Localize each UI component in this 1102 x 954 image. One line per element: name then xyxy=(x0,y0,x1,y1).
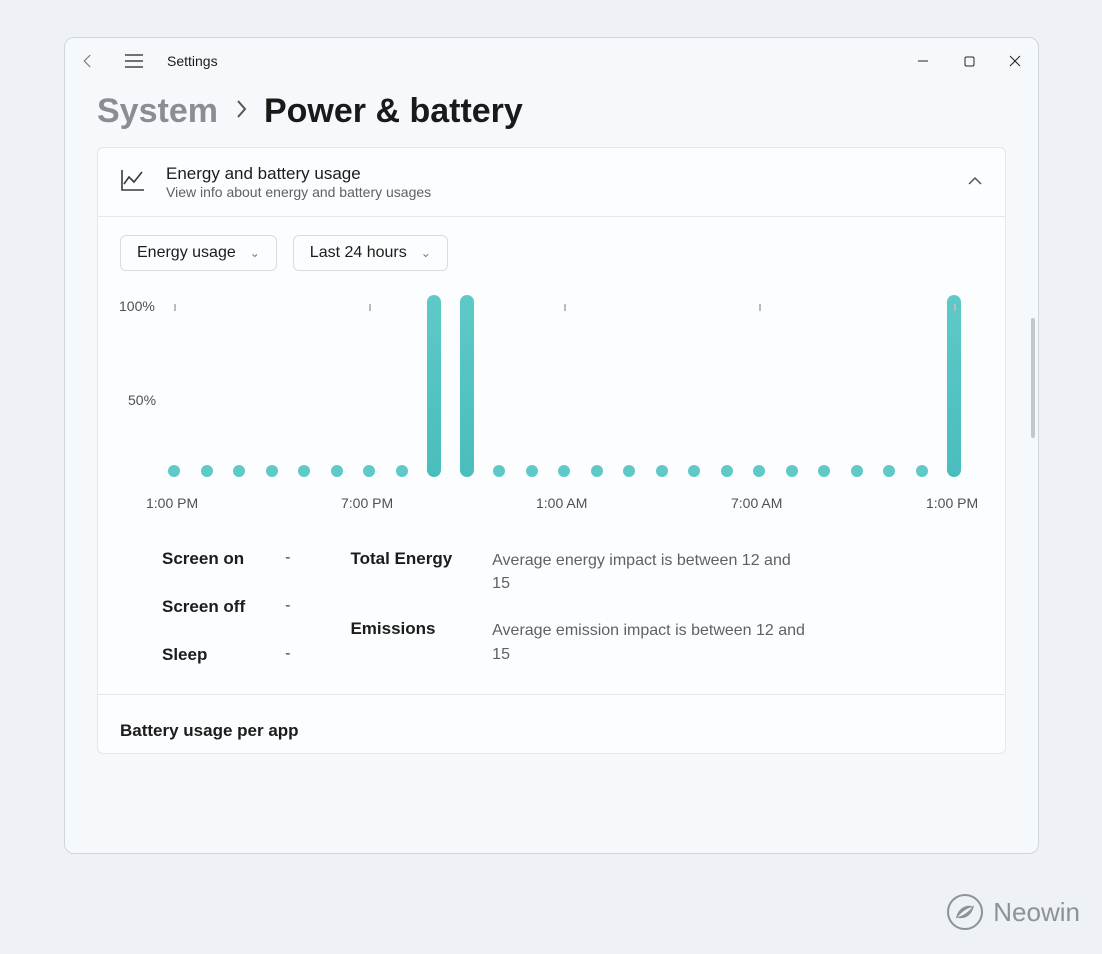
range-dropdown[interactable]: Last 24 hours ⌄ xyxy=(293,235,448,271)
chart-dot[interactable] xyxy=(201,465,213,477)
watermark-text: Neowin xyxy=(993,897,1080,928)
chart-dot[interactable] xyxy=(591,465,603,477)
chart-dot[interactable] xyxy=(916,465,928,477)
screen-off-value: - xyxy=(285,597,290,617)
metric-dropdown-label: Energy usage xyxy=(137,244,236,262)
chart-dot[interactable] xyxy=(851,465,863,477)
x-axis-label: 1:00 PM xyxy=(926,495,978,511)
x-tick xyxy=(369,304,371,311)
chart-dot[interactable] xyxy=(623,465,635,477)
chart-dot[interactable] xyxy=(526,465,538,477)
chart-dot[interactable] xyxy=(786,465,798,477)
titlebar: Settings xyxy=(65,38,1038,84)
battery-per-app-header[interactable]: Battery usage per app xyxy=(98,694,1005,753)
back-arrow-icon xyxy=(79,52,97,70)
panel-title: Energy and battery usage xyxy=(166,164,431,184)
chart-dot[interactable] xyxy=(721,465,733,477)
minimize-button[interactable] xyxy=(900,41,946,81)
x-axis-label: 1:00 AM xyxy=(536,495,587,511)
chart-dot[interactable] xyxy=(493,465,505,477)
chart-dot[interactable] xyxy=(396,465,408,477)
chart-bar[interactable] xyxy=(947,295,961,477)
watermark: Neowin xyxy=(947,894,1080,930)
x-tick xyxy=(759,304,761,311)
minimize-icon xyxy=(917,55,929,67)
chart-line-icon xyxy=(120,168,146,197)
close-button[interactable] xyxy=(992,41,1038,81)
y-axis-label-100: 100% xyxy=(119,298,155,314)
scrollbar-thumb[interactable] xyxy=(1031,318,1035,438)
metric-dropdown[interactable]: Energy usage ⌄ xyxy=(120,235,277,271)
total-energy-desc: Average energy impact is between 12 and … xyxy=(492,549,810,595)
x-tick xyxy=(174,304,176,311)
x-tick xyxy=(954,304,956,311)
chart-bar[interactable] xyxy=(460,295,474,477)
screen-off-label: Screen off xyxy=(162,597,245,617)
x-tick xyxy=(564,304,566,311)
sleep-value: - xyxy=(285,645,290,665)
sleep-label: Sleep xyxy=(162,645,245,665)
maximize-button[interactable] xyxy=(946,41,992,81)
chart-bar[interactable] xyxy=(427,295,441,477)
breadcrumb-parent[interactable]: System xyxy=(97,92,218,131)
range-dropdown-label: Last 24 hours xyxy=(310,244,407,262)
energy-panel-header[interactable]: Energy and battery usage View info about… xyxy=(98,148,1005,217)
chart-dot[interactable] xyxy=(883,465,895,477)
chevron-down-icon: ⌄ xyxy=(250,246,260,260)
y-axis-label-50: 50% xyxy=(128,392,156,408)
chart-dot[interactable] xyxy=(818,465,830,477)
x-axis-label: 7:00 PM xyxy=(341,495,393,511)
emissions-label: Emissions xyxy=(350,619,452,665)
chevron-down-icon: ⌄ xyxy=(421,246,431,260)
close-icon xyxy=(1009,55,1021,67)
chart-dot[interactable] xyxy=(688,465,700,477)
energy-card: Energy and battery usage View info about… xyxy=(97,147,1006,754)
hamburger-icon xyxy=(125,54,143,68)
chart-dot[interactable] xyxy=(558,465,570,477)
chart-dot[interactable] xyxy=(656,465,668,477)
stats-area: Screen on - Screen off - Sleep - Total E… xyxy=(98,533,1005,694)
x-axis-label: 1:00 PM xyxy=(146,495,198,511)
screen-on-value: - xyxy=(285,549,290,569)
chart-dot[interactable] xyxy=(753,465,765,477)
breadcrumb-current: Power & battery xyxy=(264,92,523,131)
app-title: Settings xyxy=(167,53,218,69)
chart-dot[interactable] xyxy=(363,465,375,477)
screen-on-label: Screen on xyxy=(162,549,245,569)
panel-subtitle: View info about energy and battery usage… xyxy=(166,184,431,200)
maximize-icon xyxy=(964,56,975,67)
total-energy-label: Total Energy xyxy=(350,549,452,595)
menu-button[interactable] xyxy=(111,38,157,84)
energy-chart: 100% 50% 1:00 PM 7:00 PM 1:00 AM 7:00 AM 1:0… xyxy=(98,271,1005,533)
settings-window: Settings System Power & battery xyxy=(64,37,1039,854)
window-controls xyxy=(900,41,1038,81)
chart-dot[interactable] xyxy=(298,465,310,477)
chart-dot[interactable] xyxy=(168,465,180,477)
chevron-up-icon xyxy=(967,173,983,191)
chart-dot[interactable] xyxy=(266,465,278,477)
x-axis-label: 7:00 AM xyxy=(731,495,782,511)
chart-dot[interactable] xyxy=(331,465,343,477)
neowin-logo-icon xyxy=(947,894,983,930)
breadcrumb: System Power & battery xyxy=(65,84,1038,147)
emissions-desc: Average emission impact is between 12 an… xyxy=(492,619,810,665)
chevron-right-icon xyxy=(234,98,248,126)
back-button[interactable] xyxy=(65,38,111,84)
chart-dot[interactable] xyxy=(233,465,245,477)
